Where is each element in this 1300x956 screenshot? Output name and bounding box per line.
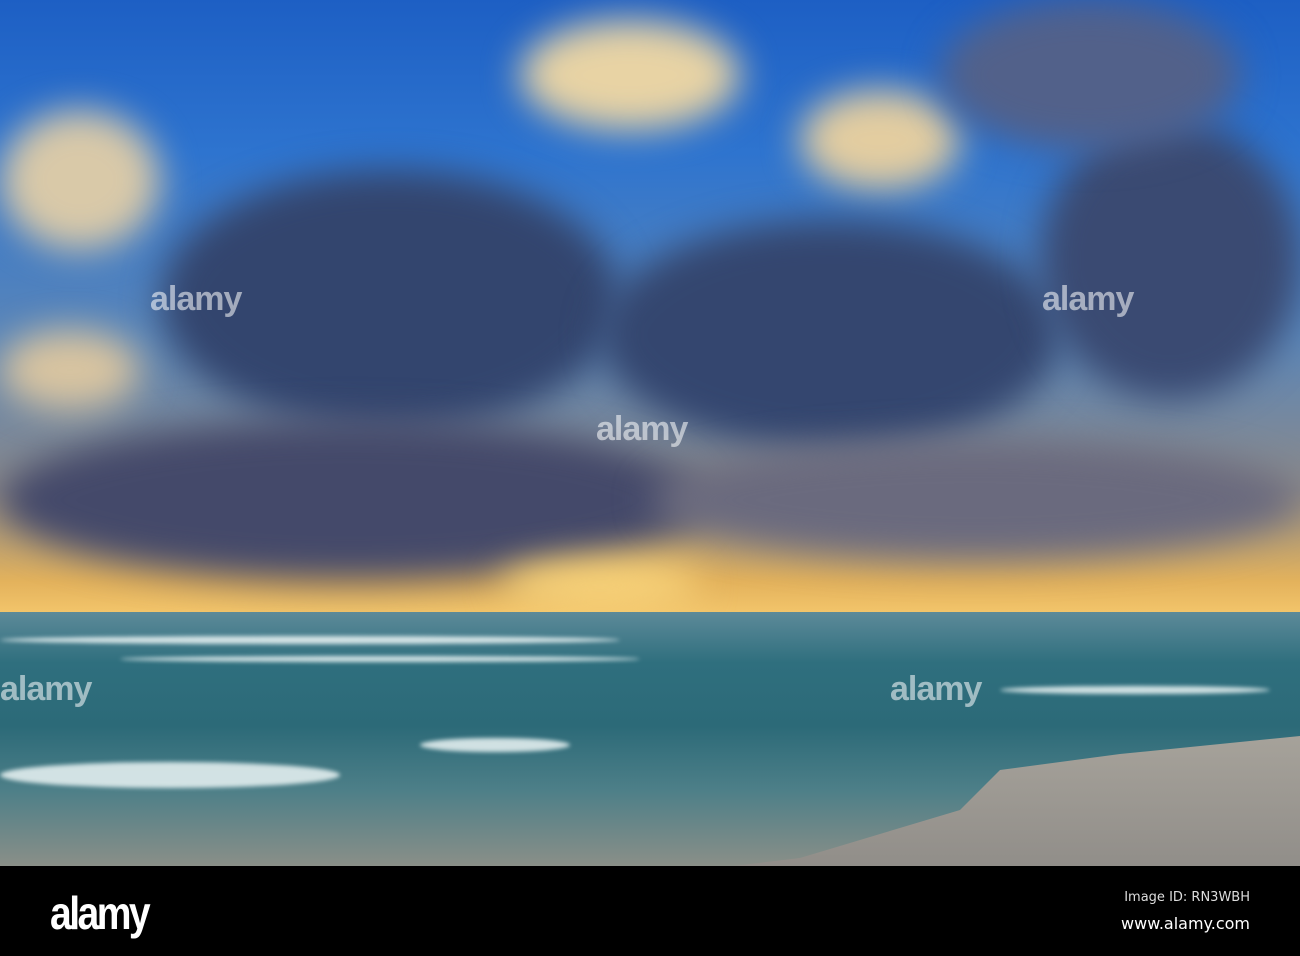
cloud — [1040, 120, 1300, 400]
watermark: alamy — [596, 410, 688, 448]
footer-bar: alamy Image ID: RN3WBH www.alamy.com — [0, 866, 1300, 956]
cloud — [800, 90, 960, 190]
cloud — [520, 20, 740, 130]
image-id: Image ID: RN3WBH — [1124, 890, 1250, 905]
wave — [1000, 686, 1270, 694]
sun-glow — [500, 560, 700, 610]
watermark: alamy — [1042, 280, 1134, 318]
watermark: alamy — [0, 670, 92, 708]
cloud — [940, 0, 1240, 150]
wave — [120, 656, 640, 662]
watermark: alamy — [890, 670, 982, 708]
wave — [0, 762, 340, 788]
cloud — [0, 110, 160, 250]
watermark: alamy — [150, 280, 242, 318]
cloud — [650, 440, 1300, 560]
wave — [420, 738, 570, 752]
cloud — [0, 330, 140, 410]
photo: alamy alamy alamy alamy alamy — [0, 0, 1300, 866]
website-link: www.alamy.com — [1121, 914, 1250, 933]
alamy-logo: alamy — [50, 887, 151, 939]
cloud — [0, 420, 700, 580]
wave — [0, 636, 620, 644]
